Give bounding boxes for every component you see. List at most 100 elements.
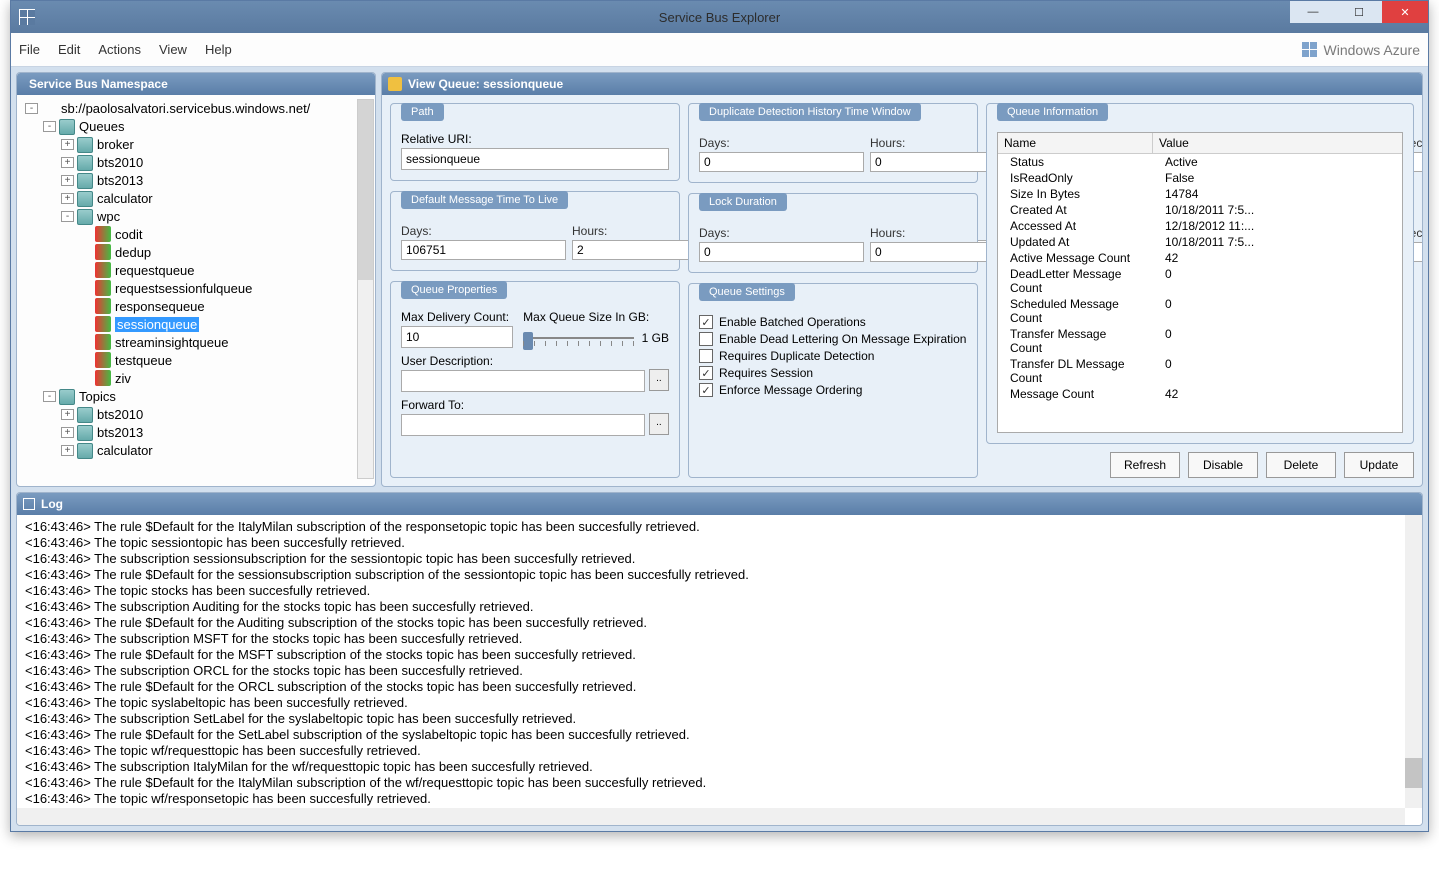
tree-node-broker[interactable]: +broker [19, 135, 373, 153]
info-row: Created At10/18/2011 7:5... [998, 202, 1402, 218]
ico-folder-icon [77, 407, 93, 423]
max-size-slider[interactable] [523, 328, 633, 348]
lock-row-0[interactable] [699, 242, 864, 262]
menu-view[interactable]: View [159, 42, 187, 57]
log-line: <16:43:46> The rule $Default for the Set… [25, 727, 1414, 743]
log-line: <16:43:46> The topic stocks has been suc… [25, 583, 1414, 599]
tree-node-bts2010[interactable]: +bts2010 [19, 405, 373, 423]
user-desc-browse[interactable]: .. [649, 369, 669, 391]
tree-node-sb---paolosalvatori-servicebus-windows-net-[interactable]: -sb://paolosalvatori.servicebus.windows.… [19, 99, 373, 117]
log-output[interactable]: <16:43:46> The rule $Default for the Ita… [17, 515, 1422, 825]
info-row: Updated At10/18/2011 7:5... [998, 234, 1402, 250]
user-desc-input[interactable] [401, 370, 645, 392]
update-button[interactable]: Update [1344, 452, 1414, 478]
log-line: <16:43:46> The rule $Default for the Aud… [25, 615, 1414, 631]
ttl-row-0[interactable] [401, 240, 566, 260]
namespace-pane: Service Bus Namespace -sb://paolosalvato… [16, 72, 376, 487]
checkbox-icon[interactable] [699, 349, 713, 363]
setting-3[interactable]: ✓Requires Session [699, 366, 967, 380]
log-pane: Log <16:43:46> The rule $Default for the… [16, 492, 1423, 826]
info-row: Accessed At12/18/2012 11:... [998, 218, 1402, 234]
expander-icon[interactable]: - [25, 103, 38, 114]
forward-browse[interactable]: .. [649, 413, 669, 435]
tree-node-bts2010[interactable]: +bts2010 [19, 153, 373, 171]
refresh-button[interactable]: Refresh [1110, 452, 1180, 478]
ico-q-icon [95, 262, 111, 278]
view-queue-pane: View Queue: sessionqueue Path Relative U… [381, 72, 1423, 487]
tree-node-bts2013[interactable]: +bts2013 [19, 423, 373, 441]
disable-button[interactable]: Disable [1188, 452, 1258, 478]
log-line: <16:43:46> The subscription SetLabel for… [25, 711, 1414, 727]
forward-to-input[interactable] [401, 414, 645, 436]
setting-1[interactable]: Enable Dead Lettering On Message Expirat… [699, 332, 967, 346]
log-line: <16:43:46> The subscription sessionsubsc… [25, 551, 1414, 567]
minimize-button[interactable]: — [1290, 1, 1336, 23]
ico-q-icon [95, 352, 111, 368]
menu-file[interactable]: File [19, 42, 40, 57]
log-line: <16:43:46> The topic syslabeltopic has b… [25, 695, 1414, 711]
tree-node-codit[interactable]: codit [19, 225, 373, 243]
expander-icon[interactable]: + [61, 427, 74, 438]
info-row: IsReadOnlyFalse [998, 170, 1402, 186]
tree-node-queues[interactable]: -Queues [19, 117, 373, 135]
tree-node-requestsessionfulqueue[interactable]: requestsessionfulqueue [19, 279, 373, 297]
log-line: <16:43:46> The rule $Default for the Ita… [25, 775, 1414, 791]
ico-folder-icon [77, 209, 93, 225]
ttl-group: Default Message Time To Live Days:Hours:… [390, 191, 680, 271]
expander-icon[interactable]: - [43, 121, 56, 132]
maximize-button[interactable]: ☐ [1336, 1, 1382, 23]
expander-icon[interactable]: - [43, 391, 56, 402]
tree-node-requestqueue[interactable]: requestqueue [19, 261, 373, 279]
info-row: Transfer DL Message Count0 [998, 356, 1402, 386]
expander-icon[interactable]: + [61, 139, 74, 150]
checkbox-icon[interactable]: ✓ [699, 315, 713, 329]
expander-icon[interactable]: + [61, 409, 74, 420]
props-group: Queue Properties Max Delivery Count: Max… [390, 281, 680, 478]
tree-node-ziv[interactable]: ziv [19, 369, 373, 387]
tree-node-testqueue[interactable]: testqueue [19, 351, 373, 369]
checkbox-icon[interactable] [699, 332, 713, 346]
expander-icon[interactable]: + [61, 157, 74, 168]
dup-row-0[interactable] [699, 152, 864, 172]
window-title: Service Bus Explorer [659, 10, 780, 25]
menu-actions[interactable]: Actions [98, 42, 141, 57]
tree-node-topics[interactable]: -Topics [19, 387, 373, 405]
menu-help[interactable]: Help [205, 42, 232, 57]
log-scrollbar-v[interactable] [1405, 515, 1422, 808]
tree-node-streaminsightqueue[interactable]: streaminsightqueue [19, 333, 373, 351]
delete-button[interactable]: Delete [1266, 452, 1336, 478]
tree-scrollbar[interactable] [357, 99, 374, 479]
ico-folder-icon [59, 119, 75, 135]
setting-2[interactable]: Requires Duplicate Detection [699, 349, 967, 363]
menu-edit[interactable]: Edit [58, 42, 80, 57]
ico-folder-icon [77, 425, 93, 441]
relative-uri-input[interactable] [401, 148, 669, 170]
titlebar[interactable]: Service Bus Explorer — ☐ ✕ [11, 1, 1428, 33]
info-row: Scheduled Message Count0 [998, 296, 1402, 326]
app-window: Service Bus Explorer — ☐ ✕ File Edit Act… [10, 0, 1429, 832]
setting-4[interactable]: ✓Enforce Message Ordering [699, 383, 967, 397]
checkbox-icon[interactable]: ✓ [699, 383, 713, 397]
setting-0[interactable]: ✓Enable Batched Operations [699, 315, 967, 329]
namespace-title: Service Bus Namespace [29, 77, 168, 91]
ico-q-icon [95, 370, 111, 386]
close-button[interactable]: ✕ [1382, 1, 1428, 23]
info-group: Queue Information NameValue StatusActive… [986, 103, 1414, 444]
tree-node-calculator[interactable]: +calculator [19, 189, 373, 207]
expander-icon[interactable]: + [61, 193, 74, 204]
log-line: <16:43:46> The subscription ItalyMilan f… [25, 759, 1414, 775]
max-delivery-input[interactable] [401, 326, 513, 348]
log-scrollbar-h[interactable] [17, 808, 1405, 825]
info-table: NameValue StatusActiveIsReadOnlyFalseSiz… [997, 132, 1403, 433]
tree-node-calculator[interactable]: +calculator [19, 441, 373, 459]
expander-icon[interactable]: + [61, 175, 74, 186]
tree-node-sessionqueue[interactable]: sessionqueue [19, 315, 373, 333]
tree-node-bts2013[interactable]: +bts2013 [19, 171, 373, 189]
expander-icon[interactable]: + [61, 445, 74, 456]
namespace-tree[interactable]: -sb://paolosalvatori.servicebus.windows.… [17, 95, 375, 486]
checkbox-icon[interactable]: ✓ [699, 366, 713, 380]
tree-node-responsequeue[interactable]: responsequeue [19, 297, 373, 315]
tree-node-wpc[interactable]: -wpc [19, 207, 373, 225]
tree-node-dedup[interactable]: dedup [19, 243, 373, 261]
expander-icon[interactable]: - [61, 211, 74, 222]
